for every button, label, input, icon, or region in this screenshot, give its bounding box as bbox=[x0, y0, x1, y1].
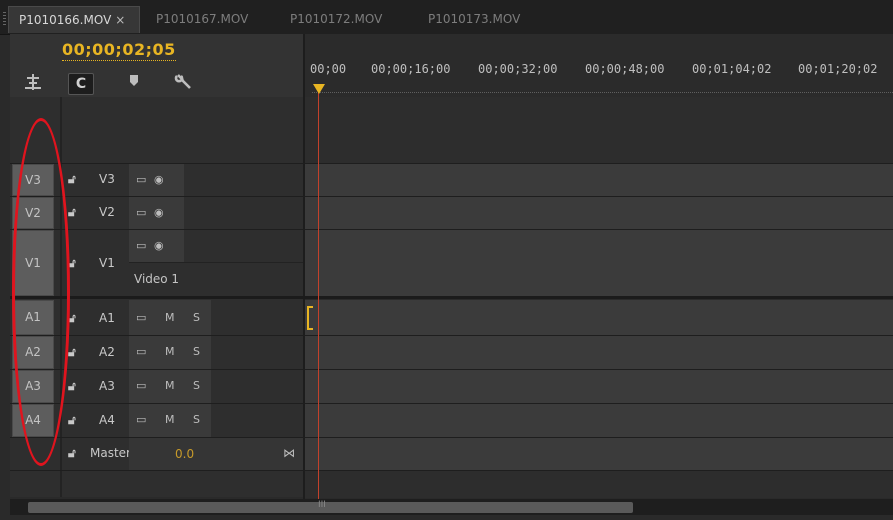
clip-in-point[interactable] bbox=[307, 306, 313, 330]
source-patch-v3[interactable]: V3 bbox=[12, 164, 54, 196]
lock-icon[interactable]: 🔓︎ bbox=[68, 311, 76, 326]
sequence-tab-bar: P1010166.MOV × P1010167.MOV P1010172.MOV … bbox=[0, 0, 893, 35]
source-patch-v2[interactable]: V2 bbox=[12, 197, 54, 229]
track-name-a1: A1 bbox=[99, 311, 115, 325]
track-name-a2: A2 bbox=[99, 345, 115, 359]
lock-icon[interactable]: 🔓︎ bbox=[68, 345, 76, 360]
tab-label: P1010172.MOV bbox=[290, 12, 383, 26]
lock-icon[interactable]: 🔓︎ bbox=[68, 446, 76, 461]
lock-icon[interactable]: 🔓︎ bbox=[68, 172, 76, 187]
track-area-empty bbox=[305, 97, 893, 163]
ruler-ticks bbox=[312, 92, 893, 94]
lock-icon[interactable]: 🔓︎ bbox=[68, 205, 76, 220]
wrench-icon[interactable] bbox=[172, 73, 194, 93]
track-area-v1[interactable] bbox=[305, 230, 893, 296]
tab-p1010172[interactable]: P1010172.MOV bbox=[280, 6, 408, 33]
source-patch-a1[interactable]: A1 bbox=[12, 300, 54, 335]
ruler-tick-label: 00;00;16;00 bbox=[371, 62, 451, 76]
scrollbar-thumb[interactable]: III bbox=[28, 500, 633, 513]
track-controls-a3: ▭ M S bbox=[129, 370, 211, 403]
lock-icon[interactable]: 🔓︎ bbox=[68, 413, 76, 428]
track-controls-v1: ▭ ◉ bbox=[129, 230, 184, 262]
track-label-v1: Video 1 bbox=[134, 272, 180, 286]
track-name-a4: A4 bbox=[99, 413, 115, 427]
solo-button[interactable]: S bbox=[193, 379, 200, 392]
solo-button[interactable]: S bbox=[193, 311, 200, 324]
bowtie-icon[interactable]: ⋈ bbox=[283, 446, 295, 460]
sync-lock-icon[interactable]: ▭ bbox=[136, 311, 146, 324]
eye-icon[interactable]: ◉ bbox=[154, 173, 164, 186]
track-name-v2: V2 bbox=[99, 205, 115, 219]
nest-icon[interactable] bbox=[22, 73, 44, 93]
tab-p1010173[interactable]: P1010173.MOV bbox=[418, 6, 546, 33]
eye-icon[interactable]: ◉ bbox=[154, 206, 164, 219]
track-controls-a4: ▭ M S bbox=[129, 404, 211, 437]
scroll-grip: III bbox=[318, 500, 326, 510]
lock-icon[interactable]: 🔓︎ bbox=[68, 379, 76, 394]
snap-button[interactable]: C bbox=[68, 73, 94, 95]
tab-p1010166[interactable]: P1010166.MOV × bbox=[8, 6, 140, 33]
close-icon[interactable]: × bbox=[115, 13, 125, 27]
tab-label: P1010173.MOV bbox=[428, 12, 521, 26]
sync-lock-icon[interactable]: ▭ bbox=[136, 173, 146, 186]
master-label: Master bbox=[90, 446, 131, 460]
ruler-tick-label: 00;01;20;02 bbox=[798, 62, 878, 76]
source-patch-a2[interactable]: A2 bbox=[12, 336, 54, 369]
master-volume[interactable]: 0.0 bbox=[175, 447, 194, 461]
source-patch-a4[interactable]: A4 bbox=[12, 404, 54, 437]
track-controls-a1: ▭ M S bbox=[129, 300, 211, 335]
sync-lock-icon[interactable]: ▭ bbox=[136, 379, 146, 392]
ruler-tick-label: 00;01;04;02 bbox=[692, 62, 772, 76]
ruler-tick-label: 00;00;32;00 bbox=[478, 62, 558, 76]
ruler-tick-label: 00;00 bbox=[310, 62, 347, 76]
playhead-icon[interactable] bbox=[313, 84, 325, 94]
sync-lock-icon[interactable]: ▭ bbox=[136, 345, 146, 358]
master-controls: 0.0 ⋈ bbox=[129, 438, 303, 470]
divider bbox=[129, 262, 303, 263]
track-area-v2[interactable] bbox=[305, 197, 893, 229]
solo-button[interactable]: S bbox=[193, 345, 200, 358]
ruler-tick-label: 00;00;48;00 bbox=[585, 62, 665, 76]
track-name-v3: V3 bbox=[99, 172, 115, 186]
panel-grip-icon[interactable] bbox=[3, 12, 6, 26]
track-area-master[interactable] bbox=[305, 438, 893, 470]
video-audio-divider[interactable] bbox=[10, 296, 893, 299]
mute-button[interactable]: M bbox=[165, 345, 175, 358]
track-area-a1[interactable] bbox=[305, 300, 893, 335]
sync-lock-icon[interactable]: ▭ bbox=[136, 413, 146, 426]
marker-icon[interactable] bbox=[126, 73, 142, 93]
track-area-v3[interactable] bbox=[305, 164, 893, 196]
solo-button[interactable]: S bbox=[193, 413, 200, 426]
track-area-a2[interactable] bbox=[305, 336, 893, 369]
tab-label: P1010166.MOV bbox=[19, 13, 112, 27]
sync-lock-icon[interactable]: ▭ bbox=[136, 206, 146, 219]
source-patch-a3[interactable]: A3 bbox=[12, 370, 54, 403]
sync-lock-icon[interactable]: ▭ bbox=[136, 239, 146, 252]
tab-p1010167[interactable]: P1010167.MOV bbox=[146, 6, 274, 33]
lock-icon[interactable]: 🔓︎ bbox=[68, 256, 76, 271]
track-area-a4[interactable] bbox=[305, 404, 893, 437]
source-patch-v1[interactable]: V1 bbox=[12, 230, 54, 296]
track-controls-v3: ▭ ◉ bbox=[129, 164, 184, 196]
tab-label: P1010167.MOV bbox=[156, 12, 249, 26]
track-name-a3: A3 bbox=[99, 379, 115, 393]
playhead-line[interactable] bbox=[318, 86, 319, 499]
track-area-empty-bottom bbox=[305, 471, 893, 498]
mute-button[interactable]: M bbox=[165, 379, 175, 392]
track-controls-a2: ▭ M S bbox=[129, 336, 211, 369]
current-timecode[interactable]: 00;00;02;05 bbox=[62, 40, 176, 61]
mute-button[interactable]: M bbox=[165, 413, 175, 426]
eye-icon[interactable]: ◉ bbox=[154, 239, 164, 252]
track-controls-v2: ▭ ◉ bbox=[129, 197, 184, 229]
track-area-a3[interactable] bbox=[305, 370, 893, 403]
mute-button[interactable]: M bbox=[165, 311, 175, 324]
track-name-v1: V1 bbox=[99, 256, 115, 270]
